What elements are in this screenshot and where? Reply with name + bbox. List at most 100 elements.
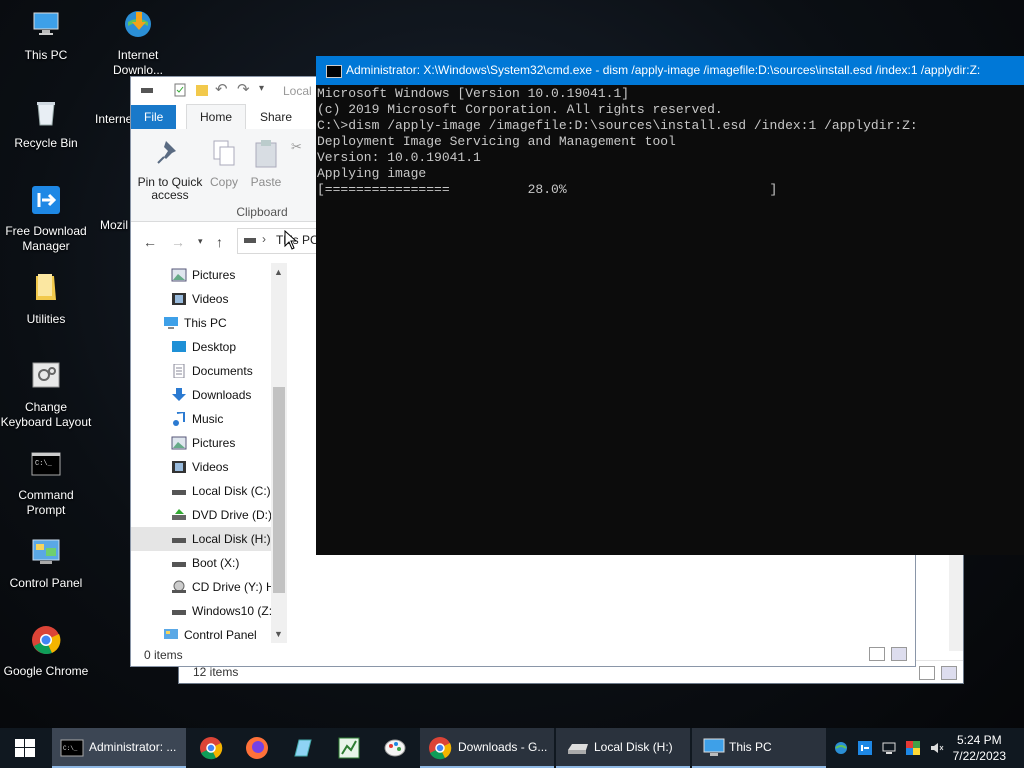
nav-item-pictures-2[interactable]: Pictures [131,431,271,455]
taskbar-app-3[interactable] [374,728,416,768]
desktop-icon-google-chrome[interactable]: Google Chrome [0,624,92,679]
desktop-icon-label: Utilities [26,312,66,326]
desktop-icon-utilities[interactable]: Utilities [0,272,92,327]
console-line: Version: 10.0.19041.1 [317,150,481,165]
volume-muted-icon[interactable] [930,741,944,755]
drive-icon [172,562,186,567]
taskbar-app-2[interactable] [328,728,370,768]
details-view-button[interactable] [869,647,885,661]
desktop-icon-free-download-manager[interactable]: Free Download Manager [0,184,92,254]
taskbar-chrome-downloads[interactable]: Downloads - G... [420,728,554,768]
taskbar-local-disk-h[interactable]: Local Disk (H:) [556,728,690,768]
cmd-title: Administrator: X:\Windows\System32\cmd.e… [346,63,981,77]
taskbar-chrome[interactable] [190,728,232,768]
pin-to-quick-access-button[interactable]: Pin to Quick access [137,137,203,202]
properties-icon[interactable] [173,83,187,97]
desktop-icon-recycle-bin[interactable]: Recycle Bin [0,96,92,151]
this-pc-icon [164,317,178,329]
mouse-cursor-icon [284,230,298,250]
console-line: Deployment Image Servicing and Managemen… [317,134,676,149]
vertical-scrollbar[interactable] [949,555,963,651]
keyboard-settings-icon [32,362,60,388]
nav-item-boot-x[interactable]: Boot (X:) [131,551,271,575]
console-line: Applying image [317,166,427,181]
new-folder-icon[interactable] [195,83,209,97]
desktop-icon-command-prompt[interactable]: C:\_ Command Prompt [0,448,92,518]
network-globe-tray-icon[interactable] [834,741,848,755]
desktop-icon-this-pc[interactable]: This PC [0,8,92,63]
desktop-icon-label: Mozil [100,218,129,232]
progress-line: [================ 28.0% ] [317,182,778,197]
cmd-title-bar[interactable]: Administrator: X:\Windows\System32\cmd.e… [316,56,1024,85]
redo-icon[interactable]: ↷ [237,80,250,98]
nav-item-windows10-z[interactable]: Windows10 (Z: [131,599,271,623]
navigation-scrollbar[interactable]: ▲ ▼ [271,263,287,643]
documents-icon [173,364,185,378]
paint-app-icon [384,739,406,757]
desktop-icon-change-keyboard[interactable]: Change Keyboard Layout [0,360,92,430]
undo-icon[interactable]: ↶ [215,80,228,98]
details-view-button[interactable] [919,666,935,680]
dvd-drive-icon [172,509,186,520]
nav-item-documents[interactable]: Documents [131,359,271,383]
taskbar-cmd[interactable]: C:\_ Administrator: ... [52,728,186,768]
nav-item-this-pc[interactable]: This PC [131,311,271,335]
copy-button[interactable]: Copy [207,137,241,189]
chevron-right-icon: › [262,232,266,246]
desktop-folder-icon [172,341,186,352]
nav-item-desktop[interactable]: Desktop [131,335,271,359]
desktop-icon-mozilla[interactable]: Mozil [94,218,130,233]
nav-item-dvd-drive-d[interactable]: DVD Drive (D:) [131,503,271,527]
notepad-app-icon [294,739,312,757]
color-tray-icon[interactable] [906,741,920,755]
system-clock[interactable]: 5:24 PM 7/22/2023 [953,732,1006,764]
tab-home[interactable]: Home [186,104,247,130]
pin-icon [157,141,176,164]
scroll-up-icon[interactable]: ▲ [274,267,283,277]
drive-icon [172,490,186,495]
nav-item-downloads[interactable]: Downloads [131,383,271,407]
this-pc-icon [33,12,59,35]
desktop-icon-internet-download[interactable]: Internet Downlo... [92,8,184,78]
fdm-icon [32,186,60,214]
drive-icon [172,610,186,615]
desktop-icon-internet[interactable]: Interne [92,112,132,127]
tab-file[interactable]: File [131,105,177,129]
nav-item-music[interactable]: Music [131,407,271,431]
back-arrow-icon[interactable]: ← [143,234,157,250]
start-button[interactable] [0,728,50,768]
desktop-icon-control-panel[interactable]: Control Panel [0,536,92,591]
large-icons-view-button[interactable] [891,647,907,661]
forward-arrow-icon[interactable]: → [171,234,185,250]
up-arrow-icon[interactable]: ↑ [216,234,223,250]
nav-item-local-disk-h[interactable]: Local Disk (H:) [131,527,271,551]
fdm-tray-icon[interactable] [858,741,872,755]
customize-qat-icon[interactable]: ▾ [259,83,264,94]
drive-icon [568,744,588,754]
nav-item-local-disk-c[interactable]: Local Disk (C:) [131,479,271,503]
taskbar-this-pc[interactable]: This PC [692,728,826,768]
item-count: 12 items [193,665,239,679]
this-pc-icon [703,738,725,756]
chrome-icon [429,737,452,760]
control-panel-icon [164,629,178,639]
taskbar-firefox[interactable] [236,728,278,768]
cut-icon[interactable]: ✂ [291,139,302,155]
large-icons-view-button[interactable] [941,666,957,680]
nav-item-videos-2[interactable]: Videos [131,455,271,479]
nav-item-cd-drive-y[interactable]: CD Drive (Y:) H [131,575,271,599]
tab-share[interactable]: Share [247,105,305,129]
command-prompt-icon: C:\_ [31,452,61,476]
taskbar-app-1[interactable] [282,728,324,768]
nav-item-videos[interactable]: Videos [131,287,271,311]
scroll-thumb[interactable] [273,387,285,593]
cmd-console[interactable]: Microsoft Windows [Version 10.0.19041.1]… [317,86,1022,553]
command-prompt-window[interactable]: Administrator: X:\Windows\System32\cmd.e… [316,56,1024,555]
firefox-icon [246,737,268,759]
recent-locations-icon[interactable]: ▾ [198,236,203,247]
nav-item-pictures[interactable]: Pictures [131,263,271,287]
pictures-icon [171,268,187,282]
network-tray-icon[interactable] [882,741,896,755]
scroll-down-icon[interactable]: ▼ [274,629,283,639]
paste-button[interactable]: Paste [249,137,283,189]
